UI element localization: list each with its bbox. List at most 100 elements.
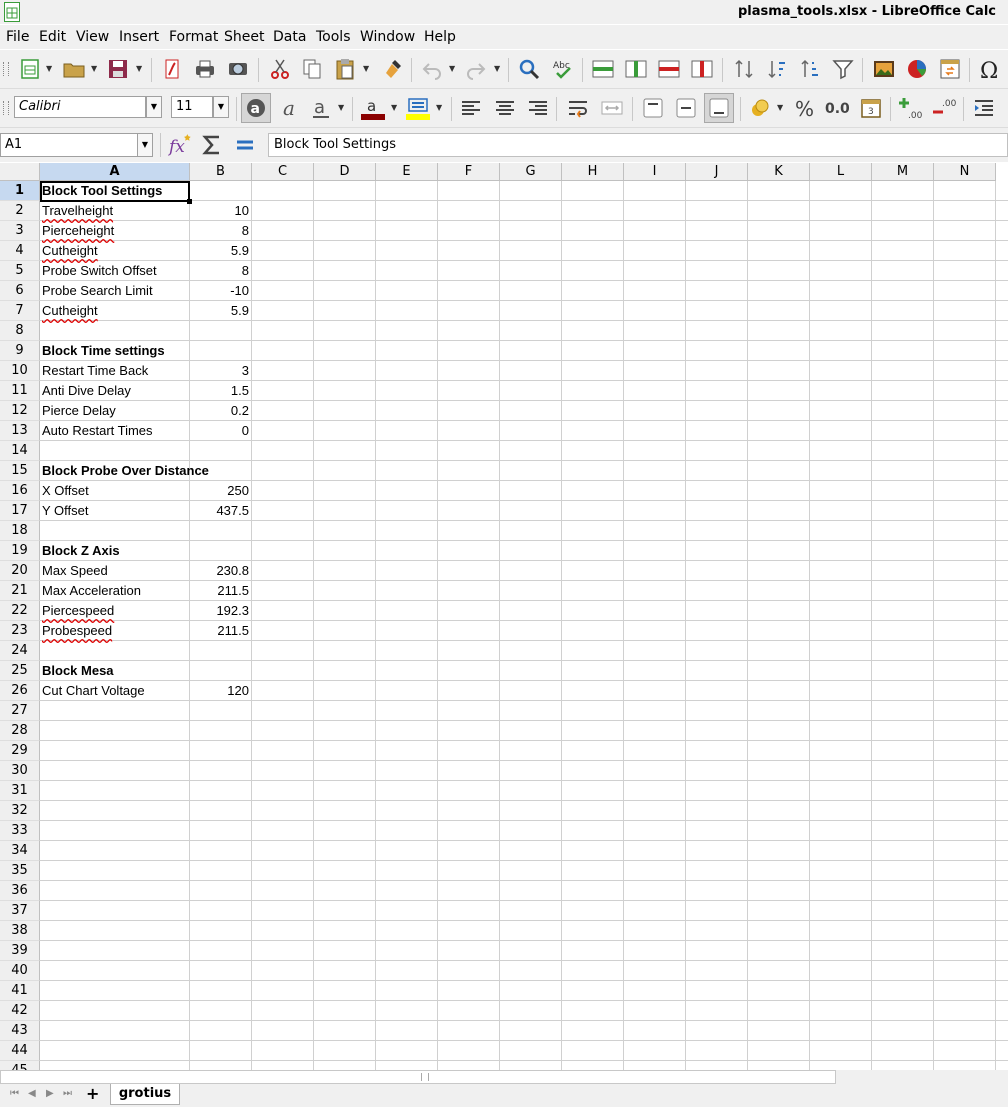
italic-icon[interactable]: a [277, 96, 301, 120]
row-header-37[interactable]: 37 [0, 901, 40, 921]
row-header-36[interactable]: 36 [0, 881, 40, 901]
row-header-43[interactable]: 43 [0, 1021, 40, 1041]
row-header-16[interactable]: 16 [0, 481, 40, 501]
chevron-down-icon[interactable]: ▼ [91, 64, 99, 73]
row-header-17[interactable]: 17 [0, 501, 40, 521]
cell-b21[interactable]: 211.5 [190, 581, 249, 601]
spelling-icon[interactable]: Abc [551, 57, 575, 81]
insert-columns-icon[interactable] [624, 57, 648, 81]
chevron-down-icon[interactable]: ▼ [391, 103, 399, 112]
cell-a16[interactable]: X Offset [42, 481, 89, 501]
sort-icon[interactable] [732, 57, 756, 81]
chevron-down-icon[interactable]: ▼ [338, 103, 346, 112]
cell-b23[interactable]: 211.5 [190, 621, 249, 641]
currency-format-icon[interactable] [748, 96, 772, 120]
cell-a10[interactable]: Restart Time Back [42, 361, 148, 381]
cell-b26[interactable]: 120 [190, 681, 249, 701]
column-header-b[interactable]: B [190, 163, 252, 181]
align-bottom-icon[interactable] [704, 93, 734, 123]
row-header-23[interactable]: 23 [0, 621, 40, 641]
row-header-8[interactable]: 8 [0, 321, 40, 341]
function-wizard-icon[interactable]: fx [167, 133, 191, 157]
menu-tools[interactable]: Tools [316, 29, 351, 45]
cell-b12[interactable]: 0.2 [190, 401, 249, 421]
row-header-1[interactable]: 1 [0, 181, 40, 201]
cell-b11[interactable]: 1.5 [190, 381, 249, 401]
row-header-19[interactable]: 19 [0, 541, 40, 561]
cell-a9[interactable]: Block Time settings [42, 341, 165, 361]
row-header-25[interactable]: 25 [0, 661, 40, 681]
row-header-35[interactable]: 35 [0, 861, 40, 881]
highlighting-color-icon[interactable] [406, 96, 430, 120]
select-all-corner[interactable] [0, 163, 40, 181]
name-box-input[interactable]: A1 [0, 133, 140, 157]
cell-a21[interactable]: Max Acceleration [42, 581, 141, 601]
column-header-d[interactable]: D [314, 163, 376, 181]
sum-icon[interactable] [200, 133, 224, 157]
chevron-down-icon[interactable]: ▼ [449, 64, 457, 73]
chevron-down-icon[interactable]: ▼ [137, 133, 153, 157]
autofill-handle[interactable] [187, 199, 192, 204]
paste-icon[interactable] [333, 57, 357, 81]
previous-sheet-icon[interactable]: ◀ [28, 1088, 36, 1099]
menu-help[interactable]: Help [424, 29, 456, 45]
column-header-j[interactable]: J [686, 163, 748, 181]
row-header-12[interactable]: 12 [0, 401, 40, 421]
row-header-22[interactable]: 22 [0, 601, 40, 621]
increase-indent-icon[interactable] [972, 96, 996, 120]
cell-b7[interactable]: 5.9 [190, 301, 249, 321]
row-header-3[interactable]: 3 [0, 221, 40, 241]
toolbar-grip-icon[interactable] [3, 62, 9, 76]
open-folder-icon[interactable] [62, 57, 86, 81]
cell-a4[interactable]: Cutheight [42, 241, 98, 261]
cell-a13[interactable]: Auto Restart Times [42, 421, 153, 441]
column-header-i[interactable]: I [624, 163, 686, 181]
sheet-tab-grotius[interactable]: grotius [110, 1084, 180, 1105]
align-center-icon[interactable] [493, 96, 517, 120]
row-header-30[interactable]: 30 [0, 761, 40, 781]
spreadsheet-grid[interactable]: ABCDEFGHIJKLMN 1 2 3 4 5 6 7 8 9 10 11 12 13 14 15 16 17… [0, 163, 1008, 1070]
cell-a7[interactable]: Cutheight [42, 301, 98, 321]
merge-cells-icon[interactable] [600, 96, 624, 120]
row-header-14[interactable]: 14 [0, 441, 40, 461]
find-replace-icon[interactable] [517, 57, 541, 81]
column-header-m[interactable]: M [872, 163, 934, 181]
column-header-l[interactable]: L [810, 163, 872, 181]
column-header-c[interactable]: C [252, 163, 314, 181]
row-header-11[interactable]: 11 [0, 381, 40, 401]
menu-data[interactable]: Data [273, 29, 306, 45]
column-header-f[interactable]: F [438, 163, 500, 181]
sort-ascending-icon[interactable] [765, 57, 789, 81]
menu-sheet[interactable]: Sheet [224, 29, 264, 45]
print-preview-icon[interactable] [226, 57, 250, 81]
first-sheet-icon[interactable]: ⏮ [10, 1088, 19, 1099]
percent-format-icon[interactable]: % [793, 96, 817, 121]
cell-b5[interactable]: 8 [190, 261, 249, 281]
insert-chart-icon[interactable] [905, 57, 929, 81]
row-header-20[interactable]: 20 [0, 561, 40, 581]
align-top-icon[interactable] [641, 96, 665, 120]
row-header-13[interactable]: 13 [0, 421, 40, 441]
cell-a26[interactable]: Cut Chart Voltage [42, 681, 145, 701]
row-header-40[interactable]: 40 [0, 961, 40, 981]
cell-b13[interactable]: 0 [190, 421, 249, 441]
column-header-h[interactable]: H [562, 163, 624, 181]
cell-b4[interactable]: 5.9 [190, 241, 249, 261]
date-format-icon[interactable]: 3 [859, 96, 883, 120]
cell-b16[interactable]: 250 [190, 481, 249, 501]
row-header-18[interactable]: 18 [0, 521, 40, 541]
insert-rows-icon[interactable] [591, 57, 615, 81]
formula-equals-icon[interactable] [233, 133, 257, 157]
row-header-41[interactable]: 41 [0, 981, 40, 1001]
row-header-24[interactable]: 24 [0, 641, 40, 661]
next-sheet-icon[interactable]: ▶ [46, 1088, 54, 1099]
row-header-33[interactable]: 33 [0, 821, 40, 841]
cell-a25[interactable]: Block Mesa [42, 661, 114, 681]
row-header-27[interactable]: 27 [0, 701, 40, 721]
cell-b3[interactable]: 8 [190, 221, 249, 241]
save-icon[interactable] [106, 57, 130, 81]
clone-formatting-icon[interactable] [381, 57, 405, 81]
column-header-e[interactable]: E [376, 163, 438, 181]
row-header-10[interactable]: 10 [0, 361, 40, 381]
number-format-icon[interactable]: 0.0 [825, 96, 850, 120]
